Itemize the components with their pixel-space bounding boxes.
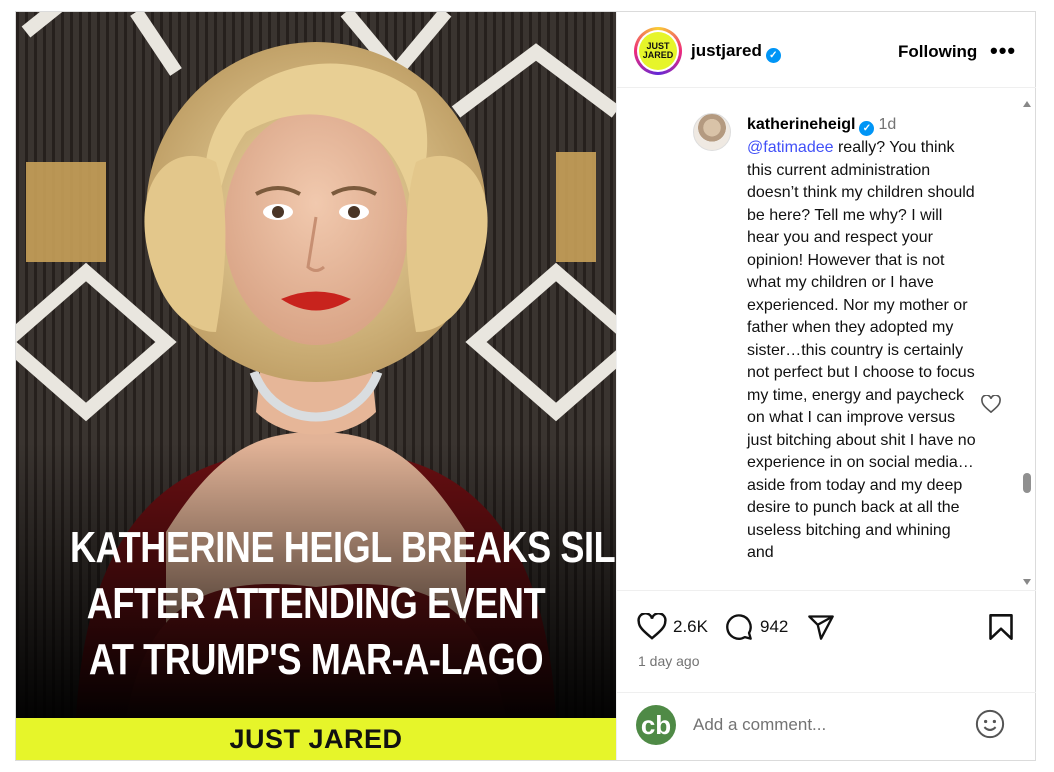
verified-icon: ✓ [859,121,875,136]
post-date[interactable]: 1 day ago [638,653,700,669]
comment-heart-icon[interactable] [981,395,1001,413]
scroll-thumb[interactable] [1023,473,1031,493]
comment-body: really? You think this current administr… [747,139,976,561]
commenter-username[interactable]: katherineheigl [747,116,855,133]
post-sidebar: JUST JARED justjared ✓ Following ••• kath… [616,12,1036,760]
add-comment-bar: cb Add a comment... [617,692,1036,760]
share-action[interactable] [807,613,835,641]
comments-list[interactable]: katherineheigl ✓ 1d @fatimadee really? You… [617,89,1036,589]
share-icon[interactable] [807,613,835,641]
bookmark-icon[interactable] [988,613,1014,641]
post-actions: 2.6K 942 1 day ago [617,590,1036,690]
comment-icon[interactable] [724,613,754,641]
more-icon[interactable]: ••• [990,38,1016,64]
comment-header: katherineheigl ✓ 1d [747,116,896,136]
account-username[interactable]: justjared ✓ [691,41,781,63]
headline-line: AT TRUMP'S MAR-A-LAGO [88,635,544,684]
scroll-up-icon[interactable] [1023,101,1031,107]
like-action[interactable]: 2.6K [637,613,708,640]
heart-icon[interactable] [637,613,667,640]
following-button[interactable]: Following [898,42,977,62]
post-image[interactable]: KATHERINE HEIGL BREAKS SILENCE AFTER ATT… [16,12,616,760]
emoji-icon[interactable] [975,709,1005,739]
account-avatar[interactable]: JUST JARED [634,27,682,75]
post-header: JUST JARED justjared ✓ Following ••• [617,12,1036,88]
account-logo: JUST JARED [639,32,677,70]
add-comment-input[interactable]: Add a comment... [693,715,826,735]
brand-label: JUST JARED [229,723,403,754]
headline-line: AFTER ATTENDING EVENT [86,579,546,628]
comment-time: 1d [878,116,897,133]
comment-text: @fatimadee really? You think this curren… [747,137,977,565]
comments-scrollbar[interactable] [1020,89,1034,589]
scroll-down-icon[interactable] [1023,579,1031,585]
post-frame: KATHERINE HEIGL BREAKS SILENCE AFTER ATT… [15,11,1036,761]
like-count[interactable]: 2.6K [673,617,708,637]
save-action[interactable] [988,613,1014,641]
comment-count[interactable]: 942 [760,617,788,637]
comment-action[interactable]: 942 [724,613,788,641]
mention-link[interactable]: @fatimadee [747,139,834,156]
current-user-avatar: cb [636,705,676,745]
headline: KATHERINE HEIGL BREAKS SILENCE AFTER ATT… [70,520,616,688]
headline-line: KATHERINE HEIGL BREAKS SILENCE [70,523,616,572]
brand-bar: JUST JARED [16,718,616,760]
verified-icon: ✓ [765,48,781,63]
commenter-avatar[interactable] [693,113,731,151]
